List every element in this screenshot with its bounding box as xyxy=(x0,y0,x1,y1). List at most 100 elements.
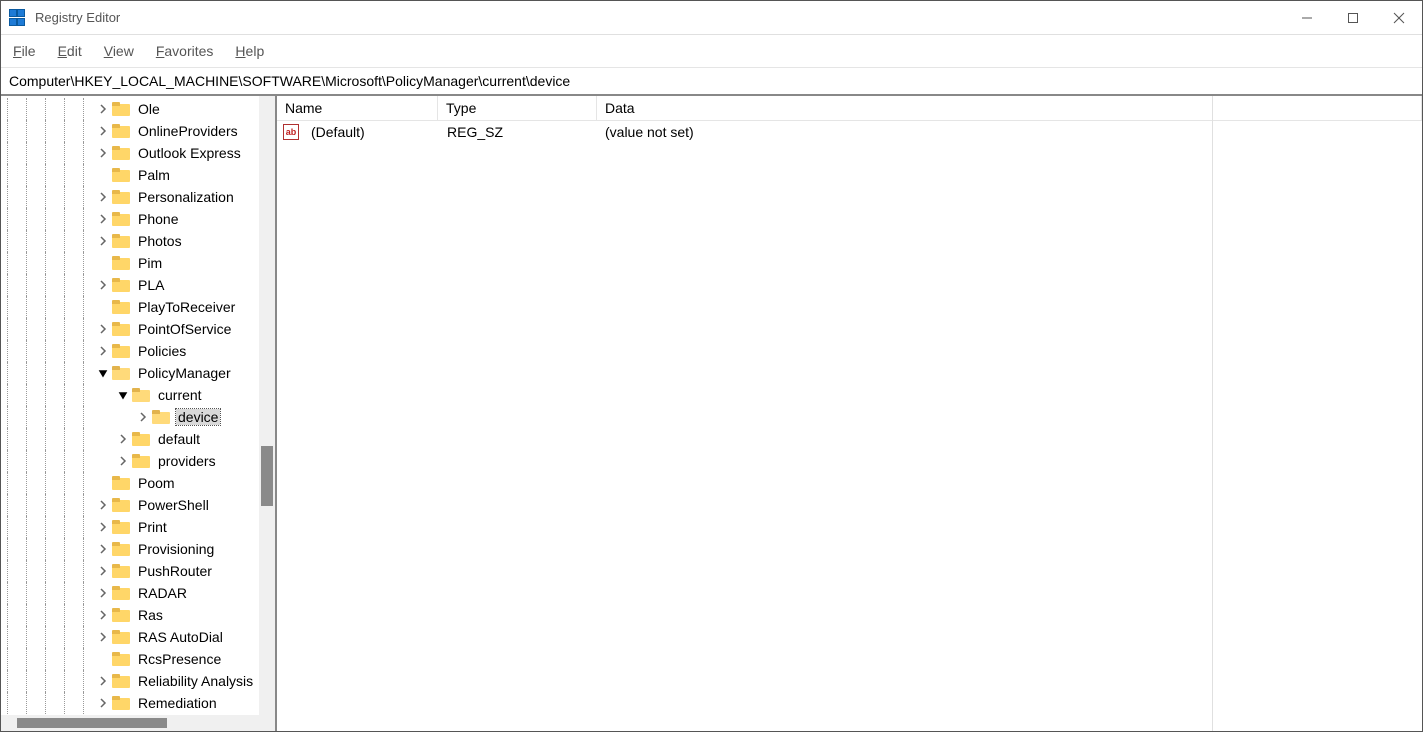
folder-icon xyxy=(152,410,170,424)
chevron-right-icon[interactable] xyxy=(116,432,130,446)
address-bar[interactable]: Computer\HKEY_LOCAL_MACHINE\SOFTWARE\Mic… xyxy=(1,68,1422,95)
folder-icon xyxy=(112,608,130,622)
chevron-right-icon[interactable] xyxy=(96,190,110,204)
tree-item-label: Pim xyxy=(136,255,164,271)
tree-item-onlineproviders[interactable]: OnlineProviders xyxy=(1,120,275,142)
tree-item-phone[interactable]: Phone xyxy=(1,208,275,230)
chevron-right-icon[interactable] xyxy=(96,564,110,578)
tree-item-pla[interactable]: PLA xyxy=(1,274,275,296)
tree-item-outlook-express[interactable]: Outlook Express xyxy=(1,142,275,164)
chevron-right-icon[interactable] xyxy=(96,146,110,160)
tree-item-label: RcsPresence xyxy=(136,651,223,667)
column-name[interactable]: Name xyxy=(277,96,438,120)
close-button[interactable] xyxy=(1376,1,1422,34)
tree-item-policymanager[interactable]: PolicyManager xyxy=(1,362,275,384)
folder-icon xyxy=(112,256,130,270)
tree-item-label: device xyxy=(176,409,220,425)
chevron-right-icon[interactable] xyxy=(96,630,110,644)
tree-item-photos[interactable]: Photos xyxy=(1,230,275,252)
chevron-right-icon[interactable] xyxy=(136,410,150,424)
column-data[interactable]: Data xyxy=(597,96,1422,120)
tree-item-palm[interactable]: Palm xyxy=(1,164,275,186)
tree-item-providers[interactable]: providers xyxy=(1,450,275,472)
titlebar: Registry Editor xyxy=(1,1,1422,35)
menu-view[interactable]: View xyxy=(104,43,134,59)
values-pane: Name Type Data (Default) REG_SZ (value n… xyxy=(277,96,1422,731)
chevron-right-icon[interactable] xyxy=(96,124,110,138)
folder-icon xyxy=(112,696,130,710)
chevron-right-icon[interactable] xyxy=(96,586,110,600)
tree-pane: Ole OnlineProviders Outlook Express Palm Per… xyxy=(1,96,277,731)
folder-icon xyxy=(112,124,130,138)
tree-item-radar[interactable]: RADAR xyxy=(1,582,275,604)
folder-icon xyxy=(112,476,130,490)
tree-item-rcspresence[interactable]: RcsPresence xyxy=(1,648,275,670)
window-title: Registry Editor xyxy=(35,10,120,25)
tree-horizontal-scrollbar[interactable] xyxy=(1,715,275,731)
folder-icon xyxy=(112,520,130,534)
chevron-right-icon[interactable] xyxy=(96,498,110,512)
folder-icon xyxy=(112,344,130,358)
tree-item-label: PointOfService xyxy=(136,321,233,337)
tree-item-label: Reliability Analysis xyxy=(136,673,255,689)
folder-icon xyxy=(112,168,130,182)
chevron-down-icon[interactable] xyxy=(116,388,130,402)
chevron-right-icon[interactable] xyxy=(96,674,110,688)
tree-item-remediation[interactable]: Remediation xyxy=(1,692,275,714)
tree-item-pointofservice[interactable]: PointOfService xyxy=(1,318,275,340)
tree-item-powershell[interactable]: PowerShell xyxy=(1,494,275,516)
folder-icon xyxy=(112,190,130,204)
chevron-right-icon[interactable] xyxy=(96,608,110,622)
tree-item-print[interactable]: Print xyxy=(1,516,275,538)
tree-item-label: Ras xyxy=(136,607,165,623)
value-row[interactable]: (Default) REG_SZ (value not set) xyxy=(277,121,1422,143)
tree-item-provisioning[interactable]: Provisioning xyxy=(1,538,275,560)
tree-item-playtoreceiver[interactable]: PlayToReceiver xyxy=(1,296,275,318)
chevron-right-icon[interactable] xyxy=(96,322,110,336)
tree-item-ras[interactable]: Ras xyxy=(1,604,275,626)
tree-item-default[interactable]: default xyxy=(1,428,275,450)
maximize-button[interactable] xyxy=(1330,1,1376,34)
chevron-down-icon[interactable] xyxy=(96,366,110,380)
tree-item-label: Palm xyxy=(136,167,172,183)
tree-item-pim[interactable]: Pim xyxy=(1,252,275,274)
tree-vertical-scrollbar[interactable] xyxy=(259,96,275,715)
tree-item-label: Phone xyxy=(136,211,180,227)
tree-item-label: Poom xyxy=(136,475,177,491)
tree-item-ole[interactable]: Ole xyxy=(1,98,275,120)
tree-item-ras-autodial[interactable]: RAS AutoDial xyxy=(1,626,275,648)
chevron-right-icon[interactable] xyxy=(96,278,110,292)
chevron-right-icon[interactable] xyxy=(96,344,110,358)
chevron-right-icon[interactable] xyxy=(96,542,110,556)
folder-icon xyxy=(112,300,130,314)
tree-item-poom[interactable]: Poom xyxy=(1,472,275,494)
chevron-right-icon[interactable] xyxy=(96,696,110,710)
chevron-right-icon[interactable] xyxy=(96,102,110,116)
tree-item-label: Policies xyxy=(136,343,188,359)
tree-item-personalization[interactable]: Personalization xyxy=(1,186,275,208)
tree-item-device[interactable]: device xyxy=(1,406,275,428)
menu-file[interactable]: File xyxy=(13,43,36,59)
chevron-right-icon[interactable] xyxy=(116,454,130,468)
folder-icon xyxy=(132,388,150,402)
chevron-right-icon[interactable] xyxy=(96,212,110,226)
minimize-button[interactable] xyxy=(1284,1,1330,34)
column-type[interactable]: Type xyxy=(438,96,597,120)
chevron-right-icon[interactable] xyxy=(96,234,110,248)
list-divider xyxy=(1212,96,1213,731)
tree-item-current[interactable]: current xyxy=(1,384,275,406)
regedit-icon xyxy=(9,9,27,27)
menu-help[interactable]: Help xyxy=(235,43,264,59)
menu-edit[interactable]: Edit xyxy=(58,43,82,59)
tree-item-label: OnlineProviders xyxy=(136,123,240,139)
list-header: Name Type Data xyxy=(277,96,1422,121)
tree-item-label: Photos xyxy=(136,233,184,249)
tree-item-reliability-analysis[interactable]: Reliability Analysis xyxy=(1,670,275,692)
menu-favorites[interactable]: Favorites xyxy=(156,43,214,59)
chevron-right-icon[interactable] xyxy=(96,520,110,534)
tree-item-label: Outlook Express xyxy=(136,145,243,161)
folder-icon xyxy=(112,146,130,160)
value-name: (Default) xyxy=(303,124,439,140)
tree-item-pushrouter[interactable]: PushRouter xyxy=(1,560,275,582)
tree-item-policies[interactable]: Policies xyxy=(1,340,275,362)
